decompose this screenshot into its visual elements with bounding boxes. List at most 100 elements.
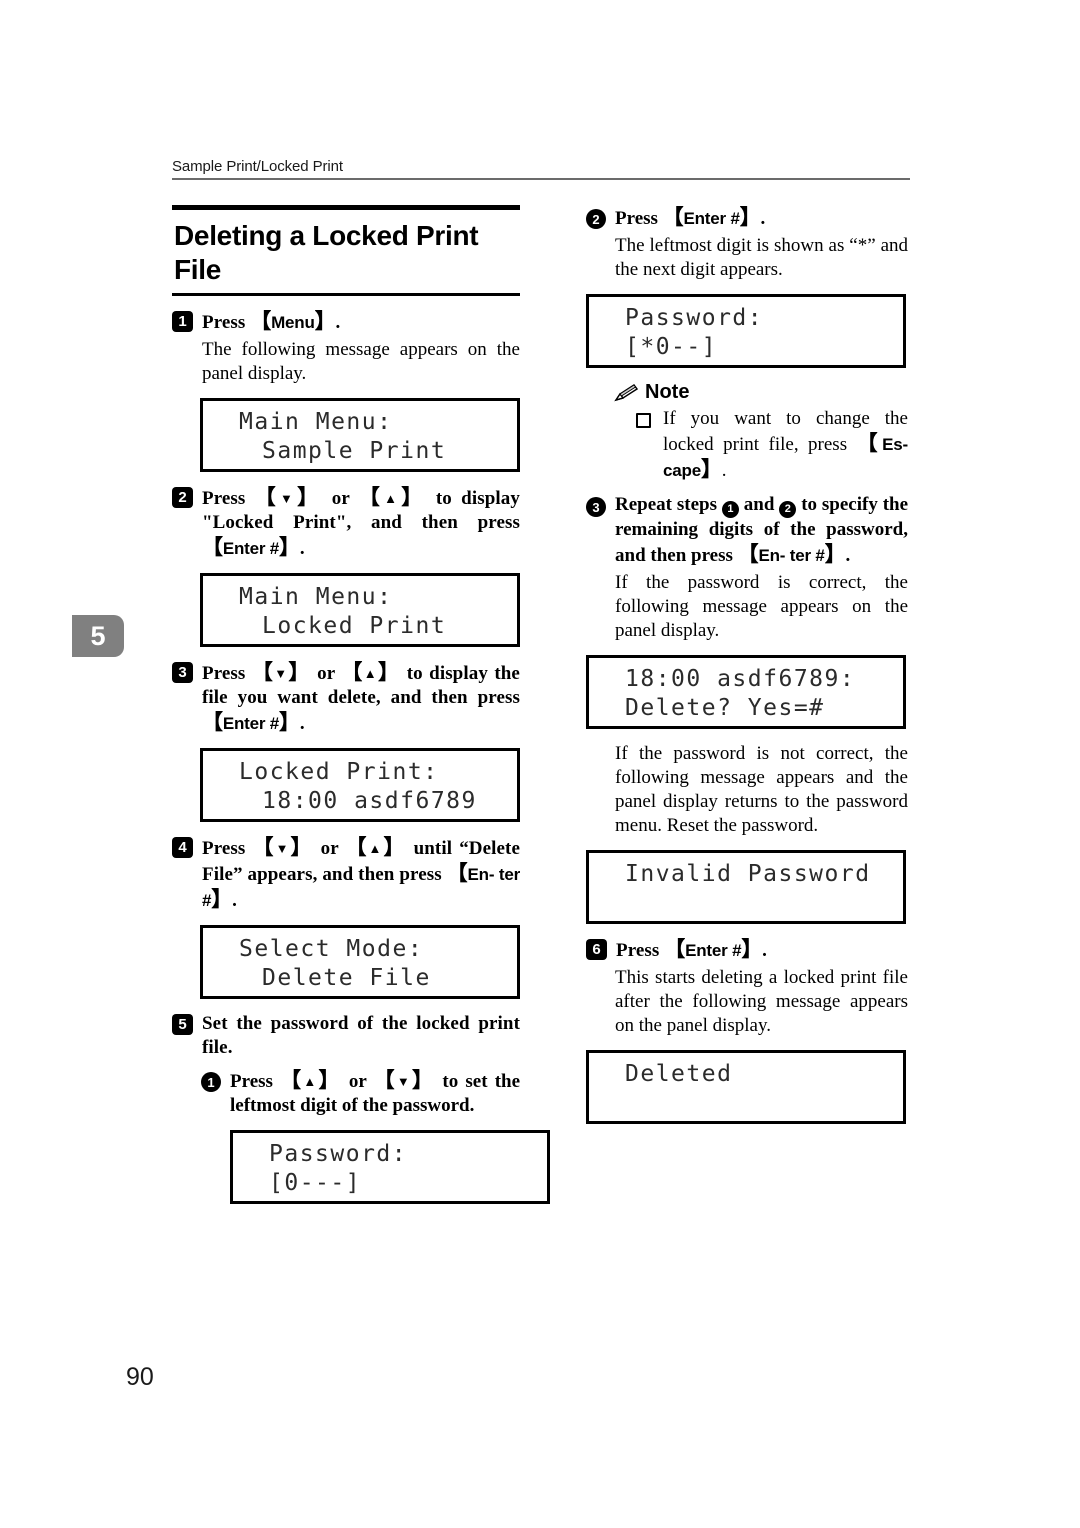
step-6: 6 Press 【Enter #】. xyxy=(586,937,908,963)
lcd-line-2: Delete? Yes=# xyxy=(625,695,825,721)
running-head-text: Sample Print/Locked Print xyxy=(172,158,343,175)
key-enter: 【Enter #】 xyxy=(202,710,300,734)
step-2-verb: Press xyxy=(202,488,246,509)
step-6-verb: Press xyxy=(616,940,660,961)
lcd-panel-select-mode-delete: Select Mode: Delete File xyxy=(200,925,520,999)
note-label: Note xyxy=(645,381,690,403)
substep-3: 3 Repeat steps 1 and 2 to specify the re… xyxy=(586,493,908,568)
lcd-line-1: Password: xyxy=(269,1141,408,1167)
pencil-icon xyxy=(614,383,638,401)
page-number: 90 xyxy=(126,1363,154,1391)
running-header: Sample Print/Locked Print xyxy=(172,158,910,180)
step-5-heading: Set the password of the locked print fil… xyxy=(202,1013,520,1058)
step-1: 1 Press 【Menu】. xyxy=(172,309,520,335)
lcd-line-2: Delete File xyxy=(262,965,431,991)
key-up-arrow: 【▲】 xyxy=(280,1068,342,1092)
key-down-arrow: 【▼】 xyxy=(252,835,314,859)
step-number: 4 xyxy=(172,837,193,858)
step-4-conj: or xyxy=(320,838,339,859)
key-down-arrow: 【▼】 xyxy=(251,660,311,684)
lcd-panel-invalid-password: Invalid Password xyxy=(586,850,906,924)
manual-page: Sample Print/Locked Print 5 90 Deleting … xyxy=(0,0,1080,1528)
step-number: 5 xyxy=(172,1014,193,1035)
step-6-body: This starts deleting a locked print file… xyxy=(615,967,908,1036)
step-number: 1 xyxy=(172,311,193,332)
substep-3-conj: and xyxy=(743,494,775,515)
step-number: 6 xyxy=(586,939,607,960)
chapter-tab: 5 xyxy=(72,615,124,657)
substep-1-verb: Press xyxy=(230,1071,273,1092)
step-1-heading: Press 【Menu】. xyxy=(202,309,520,335)
substep-number: 1 xyxy=(201,1072,221,1092)
lcd-panel-delete-confirm: 18:00 asdf6789: Delete? Yes=# xyxy=(586,655,906,729)
lcd-panel-locked-print-file: Locked Print: 18:00 asdf6789 xyxy=(200,748,520,822)
header-rule xyxy=(172,178,910,180)
substep-3-body: If the password is correct, the followin… xyxy=(615,572,908,641)
step-3-period: . xyxy=(299,713,305,734)
substep-1: 1 Press 【▲】 or 【▼】 to set the leftmost d… xyxy=(201,1068,520,1118)
step-6-heading: Press 【Enter #】. xyxy=(616,937,908,963)
key-down-arrow: 【▼】 xyxy=(254,485,323,509)
lcd-line-2: [*0--] xyxy=(625,334,718,360)
lcd-panel-main-menu-sample: Main Menu: Sample Print xyxy=(200,398,520,472)
lcd-panel-password-0: Password: [0---] xyxy=(230,1130,550,1204)
substep-3-lead: Repeat steps xyxy=(615,494,717,515)
substep-number: 2 xyxy=(586,209,606,229)
section-rule-top xyxy=(172,205,520,210)
key-enter: 【En- ter #】 xyxy=(737,542,846,566)
note-item-1: If you want to change the locked print f… xyxy=(636,407,908,483)
step-4-heading: Press 【▼】 or 【▲】 until “Delete File” app… xyxy=(202,835,520,913)
lcd-line-2: Sample Print xyxy=(262,438,447,464)
substep-3-period: . xyxy=(845,545,851,566)
step-3-verb: Press xyxy=(202,663,246,684)
key-up-arrow: 【▲】 xyxy=(358,485,427,509)
key-up-arrow: 【▲】 xyxy=(345,835,407,859)
key-enter: 【Enter #】 xyxy=(662,205,761,229)
left-column: Deleting a Locked Print File 1 Press 【Me… xyxy=(172,205,550,1217)
step-1-verb: Press xyxy=(202,312,246,333)
substep-2-text: Press 【Enter #】. xyxy=(615,205,908,231)
substep-3-text: Repeat steps 1 and 2 to specify the rema… xyxy=(615,493,908,568)
step-2-period: . xyxy=(299,538,305,559)
right-column: 2 Press 【Enter #】. The leftmost digit is… xyxy=(586,205,908,1137)
step-2: 2 Press 【▼】 or 【▲】 to display "Locked Pr… xyxy=(172,485,520,561)
substep-2-body: The leftmost digit is shown as “*” and t… xyxy=(615,235,908,280)
key-up-arrow: 【▲】 xyxy=(341,660,401,684)
lcd-line-1: Main Menu: xyxy=(239,584,393,610)
lcd-line-1: Select Mode: xyxy=(239,936,424,962)
lcd-line-2: Locked Print xyxy=(262,613,447,639)
key-menu: 【Menu】 xyxy=(250,309,336,333)
step-number: 2 xyxy=(172,487,193,508)
step-1-body: The following message appears on the pan… xyxy=(202,339,520,384)
key-enter: 【Enter #】 xyxy=(664,937,763,961)
lcd-panel-main-menu-locked: Main Menu: Locked Print xyxy=(200,573,520,647)
lcd-line-1: Invalid Password xyxy=(625,861,871,887)
lcd-line-2: 18:00 asdf6789 xyxy=(262,788,477,814)
lcd-line-1: Main Menu: xyxy=(239,409,393,435)
key-down-arrow: 【▼】 xyxy=(373,1068,436,1092)
step-5: 5 Set the password of the locked print f… xyxy=(172,1012,520,1060)
lcd-line-2: [0---] xyxy=(269,1170,362,1196)
step-4: 4 Press 【▼】 or 【▲】 until “Delete File” a… xyxy=(172,835,520,913)
section-rule-bottom xyxy=(172,293,520,296)
step-2-conj: or xyxy=(331,488,350,509)
step-number: 3 xyxy=(172,662,193,683)
step-6-period: . xyxy=(762,940,767,961)
step-3-heading: Press 【▼】 or 【▲】 to display the file you… xyxy=(202,660,520,736)
lcd-line-1: Deleted xyxy=(625,1061,733,1087)
substep-2: 2 Press 【Enter #】. xyxy=(586,205,908,231)
key-enter: 【Enter #】 xyxy=(202,535,300,559)
substep-1-text: Press 【▲】 or 【▼】 to set the leftmost dig… xyxy=(230,1068,520,1118)
inline-step-1-ref: 1 xyxy=(721,501,739,518)
lcd-panel-deleted: Deleted xyxy=(586,1050,906,1124)
lcd-line-1: Password: xyxy=(625,305,764,331)
lcd-panel-password-star-0: Password: [*0--] xyxy=(586,294,906,368)
step-4-verb: Press xyxy=(202,838,246,859)
step-4-period: . xyxy=(232,890,237,911)
note-item-1-period: . xyxy=(721,460,727,481)
substep-2-period: . xyxy=(760,208,766,229)
step-3: 3 Press 【▼】 or 【▲】 to display the file y… xyxy=(172,660,520,736)
lcd-line-1: 18:00 asdf6789: xyxy=(625,666,856,692)
step-2-heading: Press 【▼】 or 【▲】 to display "Locked Prin… xyxy=(202,485,520,561)
note-heading: Note xyxy=(614,381,908,404)
